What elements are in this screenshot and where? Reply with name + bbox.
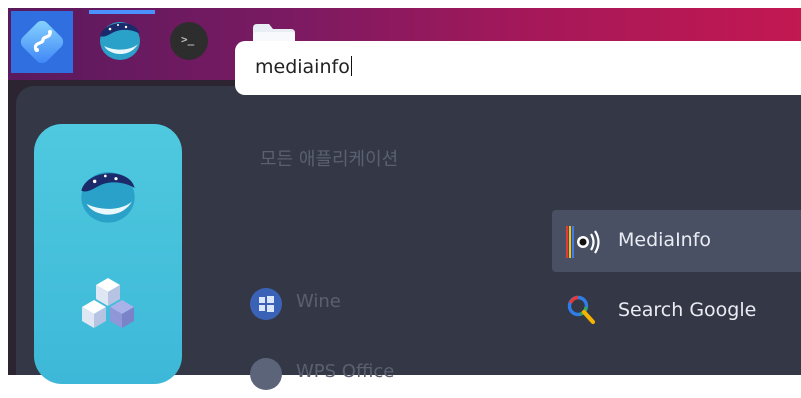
category-label: WPS Office — [296, 361, 395, 382]
terminal-app[interactable]: >_ — [170, 22, 208, 60]
category-header: 모든 애플리케이션 — [260, 149, 399, 170]
category-label: Wine — [296, 291, 341, 312]
search-icon — [567, 295, 596, 325]
wps-icon — [250, 358, 282, 390]
cubes-icon[interactable] — [76, 274, 140, 338]
result-search-google[interactable]: Search Google — [552, 280, 801, 342]
active-app-indicator — [89, 10, 155, 14]
search-query: mediainfo — [255, 56, 352, 78]
result-label: Search Google — [618, 299, 757, 321]
terminal-icon: >_ — [181, 33, 195, 46]
windows-icon — [250, 288, 282, 320]
whale-browser-icon[interactable] — [96, 16, 144, 64]
result-label: MediaInfo — [618, 229, 712, 251]
result-mediainfo[interactable]: MediaInfo — [552, 210, 801, 272]
deepin-launcher-icon — [33, 30, 52, 52]
launcher-button[interactable] — [11, 11, 73, 73]
mediainfo-icon — [566, 226, 600, 258]
favorites-rail — [34, 124, 182, 384]
whale-browser-icon[interactable] — [76, 164, 140, 228]
text-caret — [350, 56, 352, 76]
search-input[interactable]: mediainfo — [235, 41, 801, 95]
